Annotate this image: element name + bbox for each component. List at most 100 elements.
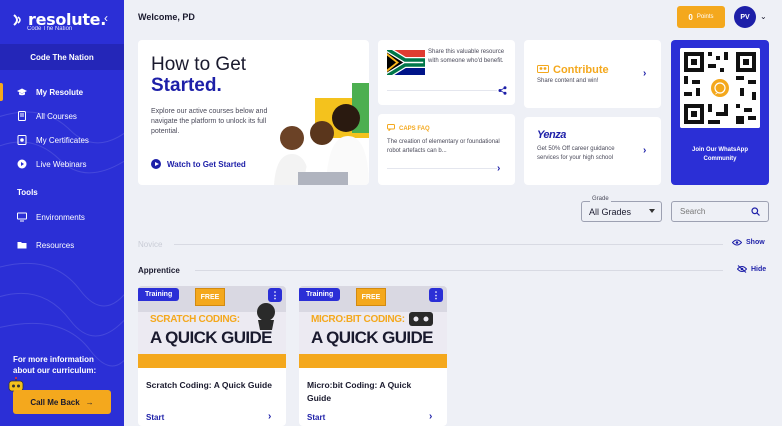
watch-to-get-started-link[interactable]: Watch to Get Started xyxy=(151,159,246,169)
divider xyxy=(195,270,723,271)
play-icon xyxy=(151,159,161,169)
students-with-laptop-image xyxy=(274,83,369,185)
training-badge: Training xyxy=(299,288,341,301)
free-badge: FREE xyxy=(195,288,225,306)
divider xyxy=(387,90,497,91)
chevron-right-icon[interactable]: › xyxy=(268,411,271,422)
logo-subtitle: Code The Nation xyxy=(27,26,73,32)
course-card-scratch[interactable]: Training FREE ⋮ SCRATCH CODING: A QUICK … xyxy=(138,286,286,426)
qr-code-icon xyxy=(680,48,760,128)
grade-select[interactable]: All Grades xyxy=(581,201,662,222)
chevron-right-icon[interactable]: › xyxy=(643,145,646,156)
folder-icon xyxy=(17,240,27,250)
caps-faq-label: CAPS FAQ xyxy=(399,125,430,132)
organization-name: Code The Nation xyxy=(0,44,124,70)
caps-faq-title: CAPS FAQ xyxy=(387,124,430,133)
chevron-right-icon[interactable]: › xyxy=(497,163,500,174)
points-button[interactable]: 0 Points xyxy=(677,6,725,28)
training-badge: Training xyxy=(138,288,180,301)
nav-item-label: Resources xyxy=(36,240,75,250)
whatsapp-text: Join Our WhatsApp Community xyxy=(692,147,748,162)
avatar[interactable]: PV xyxy=(734,6,756,28)
start-course-link[interactable]: Start xyxy=(307,413,325,422)
divider xyxy=(174,244,723,245)
points-label: Points xyxy=(696,14,714,20)
show-label: Show xyxy=(746,239,765,246)
thumbnail-guide: A QUICK GUIDE xyxy=(311,328,434,347)
share-icon[interactable] xyxy=(498,86,507,95)
hide-label: Hide xyxy=(751,265,767,273)
call-me-back-label: Call Me Back xyxy=(30,397,80,407)
nav-item-label: My Resolute xyxy=(36,87,84,97)
section-novice-heading: Novice xyxy=(138,240,163,249)
course-card-microbit[interactable]: Training FREE ⋮ MICRO:BIT CODING: A QUIC… xyxy=(299,286,447,426)
section-apprentice-heading: Apprentice xyxy=(138,266,180,275)
getting-started-card: How to Get Started. Explore our active c… xyxy=(138,40,369,185)
more-info-text: For more information about our curriculu… xyxy=(13,355,97,375)
grade-value: All Grades xyxy=(589,206,632,217)
nav-item-label: Environments xyxy=(36,212,85,222)
eye-icon xyxy=(732,239,742,246)
chevron-right-icon[interactable]: › xyxy=(643,68,646,79)
courses-icon xyxy=(17,111,27,121)
monitor-icon xyxy=(17,212,27,222)
more-options-icon[interactable]: ⋮ xyxy=(429,288,443,302)
tools-heading: Tools xyxy=(17,188,38,197)
arrow-right-icon: → xyxy=(85,397,94,407)
more-options-icon[interactable]: ⋮ xyxy=(268,288,282,302)
call-me-back-button[interactable]: Call Me Back → xyxy=(13,390,111,414)
thumbnail-title: SCRATCH CODING: xyxy=(150,314,240,325)
nav-item-resources[interactable]: Resources xyxy=(0,231,124,259)
grade-label: Grade xyxy=(590,196,611,202)
course-thumbnail: Training FREE ⋮ MICRO:BIT CODING: A QUIC… xyxy=(299,286,447,368)
play-circle-icon xyxy=(17,159,27,169)
share-text: Share this valuable resource with someon… xyxy=(428,49,505,64)
nav-item-label: All Courses xyxy=(36,111,77,121)
logo-mark-icon xyxy=(13,13,21,26)
collapse-sidebar-button[interactable]: ‹ xyxy=(104,11,108,25)
hero-title: How to Get xyxy=(151,54,247,75)
thumbnail-title: MICRO:BIT CODING: xyxy=(311,314,405,325)
course-title: Micro:bit Coding: A Quick Guide xyxy=(307,380,412,403)
chevron-down-icon[interactable]: ⌄ xyxy=(760,12,767,21)
tools-nav: Environments Resources xyxy=(0,203,124,259)
nav-item-my-certificates[interactable]: My Certificates xyxy=(0,128,124,152)
free-badge: FREE xyxy=(356,288,386,306)
whatsapp-community-card[interactable]: Join Our WhatsApp Community xyxy=(671,40,769,185)
nav-item-environments[interactable]: Environments xyxy=(0,203,124,231)
search-placeholder: Search xyxy=(680,207,706,216)
caps-faq-text: The creation of elementary or foundation… xyxy=(387,139,500,154)
caps-faq-card[interactable]: CAPS FAQ The creation of elementary or f… xyxy=(378,114,515,185)
yenza-logo: Yenza xyxy=(537,129,566,141)
yenza-card[interactable]: Yenza Get 50% Off career guidance servic… xyxy=(524,117,661,185)
yenza-text: Get 50% Off career guidance services for… xyxy=(537,146,615,161)
nav-item-live-webinars[interactable]: Live Webinars xyxy=(0,152,124,176)
main-nav: My Resolute All Courses My Certificates … xyxy=(0,80,124,176)
thumbnail-accent-bar xyxy=(299,354,447,368)
search-input[interactable]: Search xyxy=(671,201,769,222)
watch-label: Watch to Get Started xyxy=(167,159,246,169)
contribute-icon xyxy=(537,64,549,76)
hide-apprentice-toggle[interactable]: Hide xyxy=(737,265,766,273)
chevron-left-icon: ‹ xyxy=(104,11,108,25)
nav-item-label: My Certificates xyxy=(36,135,89,145)
show-novice-toggle[interactable]: Show xyxy=(732,239,765,246)
course-title: Scratch Coding: A Quick Guide xyxy=(146,380,272,390)
sidebar: resolute. Code The Nation ‹ Code The Nat… xyxy=(0,0,124,426)
contribute-card[interactable]: Contribute Share content and win! › xyxy=(524,40,661,108)
start-course-link[interactable]: Start xyxy=(146,413,164,422)
search-icon xyxy=(751,207,760,216)
points-value: 0 xyxy=(688,12,693,22)
hero-title-emphasis: Started. xyxy=(151,75,222,96)
welcome-message: Welcome, PD xyxy=(138,12,195,22)
nav-item-all-courses[interactable]: All Courses xyxy=(0,104,124,128)
contribute-subtitle: Share content and win! xyxy=(537,78,599,84)
nav-item-label: Live Webinars xyxy=(36,159,87,169)
certificate-icon xyxy=(17,135,27,145)
course-thumbnail: Training FREE ⋮ SCRATCH CODING: A QUICK … xyxy=(138,286,286,368)
chevron-right-icon[interactable]: › xyxy=(429,411,432,422)
caret-down-icon xyxy=(649,209,655,213)
chat-icon xyxy=(387,124,395,133)
share-resource-card[interactable]: Share this valuable resource with someon… xyxy=(378,40,515,105)
nav-item-my-resolute[interactable]: My Resolute xyxy=(0,80,124,104)
